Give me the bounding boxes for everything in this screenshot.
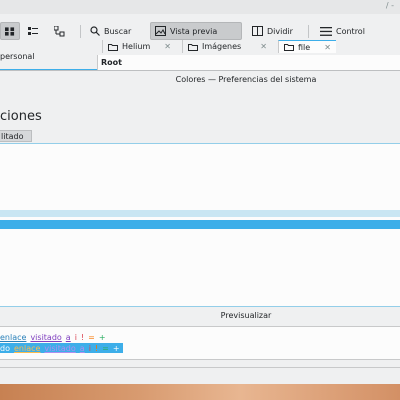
control-menu-button[interactable]: Control: [316, 22, 369, 40]
close-tab-icon[interactable]: ✕: [260, 42, 267, 51]
color-preview: enlace visitado a i ! = + do enlace visi…: [0, 326, 400, 360]
tree-view-icon: [54, 25, 65, 36]
file-manager-tab-bar: Helium ✕ Imágenes ✕ file ✕: [96, 40, 400, 54]
toolbar-separator: [308, 25, 309, 38]
window-title-hint: / -: [385, 1, 394, 10]
icons-view-button[interactable]: [0, 22, 20, 40]
preview-negative: !: [94, 343, 99, 353]
color-role-list[interactable]: [0, 143, 400, 307]
close-tab-icon[interactable]: ✕: [324, 43, 331, 52]
folder-icon: [108, 43, 118, 51]
breadcrumb-root[interactable]: Root: [101, 58, 122, 67]
search-button-label: Buscar: [104, 26, 132, 36]
preview-neutral: =: [88, 332, 95, 342]
section-heading: ciones: [0, 109, 42, 124]
tab-label: Helium: [122, 42, 151, 51]
preview-link: enlace: [13, 343, 41, 353]
preview-negative: !: [80, 332, 85, 342]
tab-label: Imágenes: [202, 42, 242, 51]
places-item-personal[interactable]: personal: [0, 52, 35, 61]
preview-active: a: [65, 332, 71, 342]
tree-view-button[interactable]: [50, 22, 70, 40]
details-view-button[interactable]: [24, 22, 44, 40]
file-manager-window: / - Buscar Vista previa Dividir Control …: [0, 0, 400, 77]
tab-label: file: [298, 42, 311, 52]
search-button[interactable]: Buscar: [86, 22, 135, 40]
preview-normal-line: enlace visitado a i ! = +: [0, 332, 106, 342]
folder-icon: [284, 44, 294, 51]
preview-visited: visitado: [30, 332, 62, 342]
preview-toggle-button[interactable]: Vista previa: [150, 22, 242, 40]
preview-positive: +: [112, 343, 120, 353]
preview-inactive: i: [88, 343, 91, 353]
tab-imagenes[interactable]: Imágenes ✕: [182, 40, 272, 53]
preview-visited: visitado: [44, 343, 76, 353]
tab-helium[interactable]: Helium ✕: [102, 40, 176, 53]
list-row-selected[interactable]: [0, 220, 400, 229]
preview-neutral: =: [102, 343, 109, 353]
preview-selected-line: do enlace visitado a i ! = +: [0, 343, 123, 353]
desktop-wallpaper-strip: [0, 384, 400, 400]
file-manager-titlebar[interactable]: / -: [0, 0, 400, 14]
list-row-alternate[interactable]: [0, 210, 400, 217]
details-view-icon: [28, 26, 38, 35]
preview-active: a: [79, 343, 85, 353]
split-view-label: Dividir: [267, 26, 293, 36]
image-preview-icon: [155, 26, 166, 36]
split-view-button[interactable]: Dividir: [248, 22, 297, 40]
control-menu-label: Control: [336, 26, 365, 36]
file-manager-toolbar: Buscar Vista previa Dividir Control: [0, 22, 400, 42]
toolbar-separator: [80, 25, 81, 38]
preview-inactive: i: [74, 332, 77, 342]
settings-footer: [0, 367, 400, 384]
preview-toggle-label: Vista previa: [170, 26, 218, 36]
window-title: Colores — Preferencias del sistema: [175, 75, 317, 84]
hamburger-menu-icon: [320, 26, 332, 36]
preview-label: Previsualizar: [220, 311, 272, 320]
tab-file[interactable]: file ✕: [278, 40, 336, 53]
split-view-icon: [252, 26, 263, 36]
tab-editado[interactable]: litado: [0, 130, 32, 142]
system-settings-window: Colores — Preferencias del sistema cione…: [0, 70, 400, 384]
preview-link: enlace: [0, 332, 27, 342]
search-icon: [90, 26, 100, 36]
close-tab-icon[interactable]: ✕: [164, 42, 171, 51]
folder-icon: [188, 43, 198, 51]
preview-selected-text: do: [0, 343, 10, 353]
preview-positive: +: [98, 332, 106, 342]
icons-view-icon: [5, 26, 15, 36]
